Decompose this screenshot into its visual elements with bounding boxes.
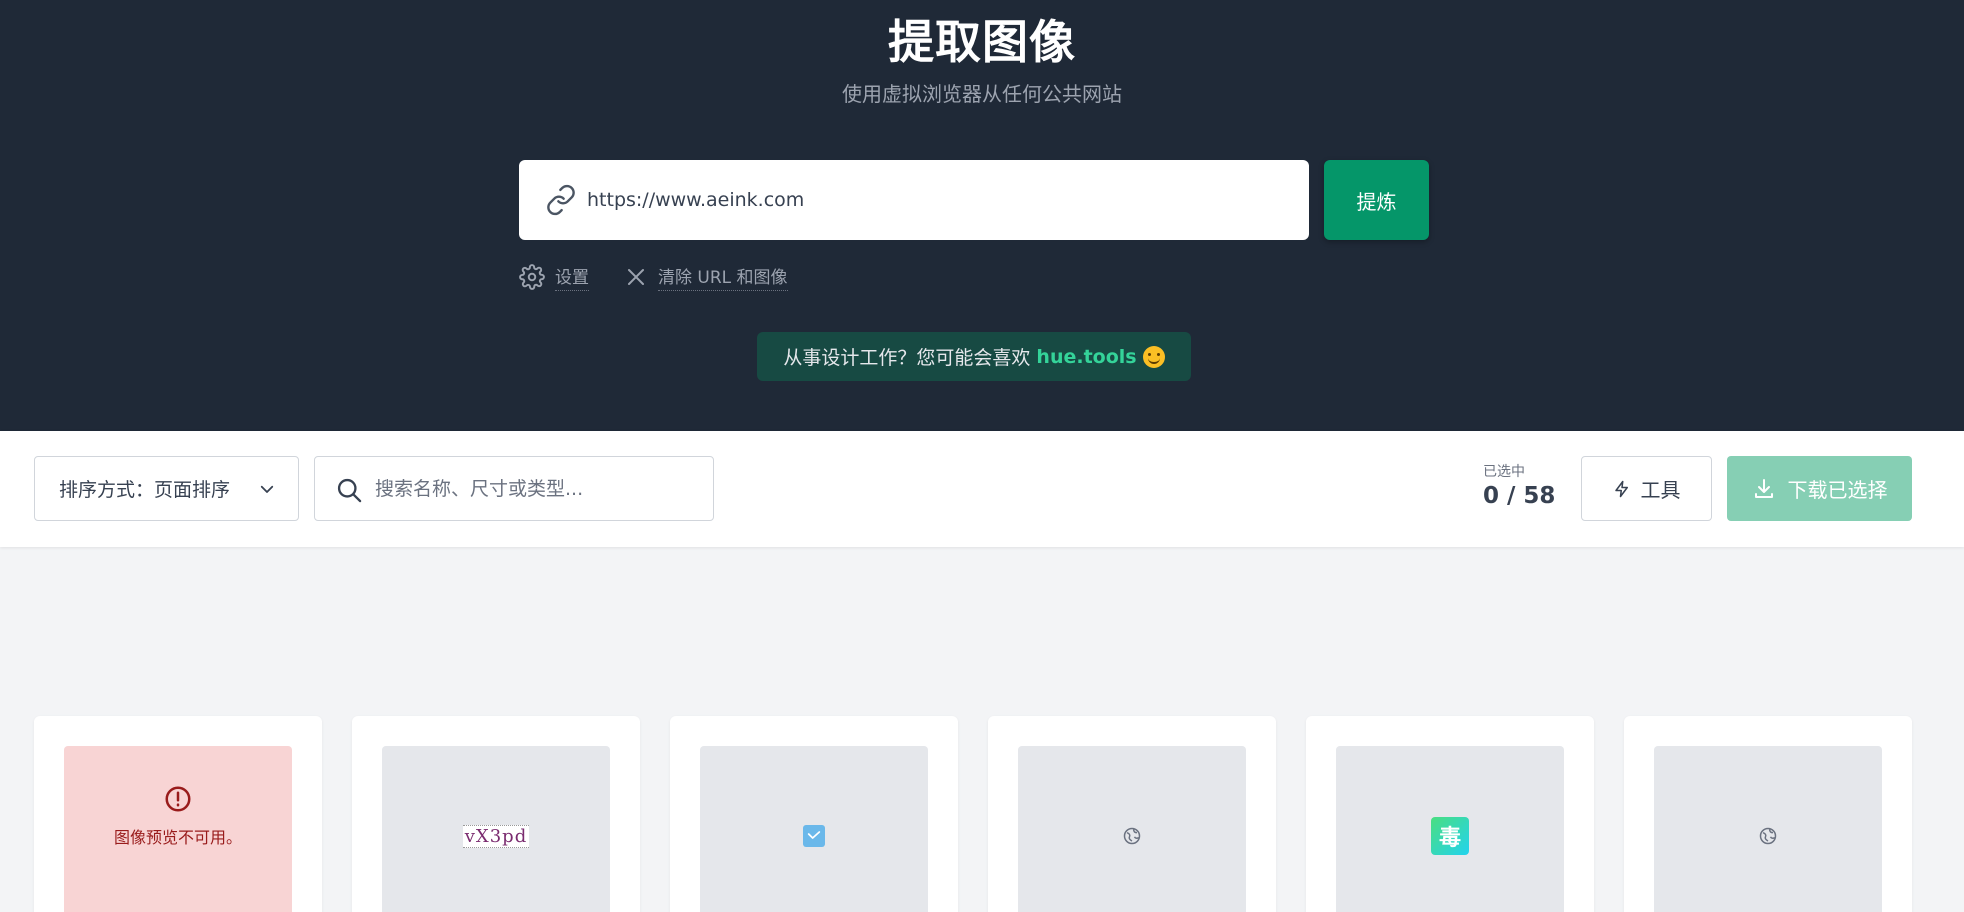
small-logo-icon: [803, 825, 825, 847]
download-selected-button[interactable]: 下载已选择: [1727, 456, 1912, 521]
url-field[interactable]: [519, 160, 1309, 240]
alert-circle-icon: [165, 786, 191, 812]
settings-label: 设置: [555, 263, 589, 291]
selected-counter: 已选中 0 / 58: [1483, 461, 1573, 509]
image-card[interactable]: vX3pd: [352, 716, 640, 912]
selected-count: 0 / 58: [1483, 483, 1556, 509]
image-card[interactable]: [988, 716, 1276, 912]
selected-label: 已选中: [1483, 464, 1525, 480]
preview-unavailable-text: 图像预览不可用。: [113, 828, 242, 847]
promo-text: 从事设计工作？您可能会喜欢: [783, 347, 1031, 369]
image-card[interactable]: 图像预览不可用。: [34, 716, 322, 912]
captcha-image: vX3pd: [462, 824, 530, 848]
clear-label: 清除 URL 和图像: [658, 263, 788, 291]
globe-icon: [1123, 827, 1141, 845]
image-thumb: [700, 746, 928, 912]
chevron-down-icon: [260, 485, 274, 493]
link-icon: [547, 184, 575, 216]
page-title: 提取图像: [888, 15, 1076, 69]
globe-icon: [1759, 827, 1777, 845]
image-thumb: [1018, 746, 1246, 912]
image-thumb: 毒: [1336, 746, 1564, 912]
tools-label: 工具: [1640, 478, 1681, 502]
image-thumb-error: 图像预览不可用。: [64, 746, 292, 912]
gear-icon: [519, 264, 545, 290]
sort-label: 排序方式：页面排序: [59, 479, 231, 501]
close-icon: [628, 269, 644, 285]
tools-button[interactable]: 工具: [1581, 456, 1712, 521]
hero-section: 提取图像 使用虚拟浏览器从任何公共网站 提炼 设置 清除 URL 和图像 从事设…: [0, 0, 1964, 431]
download-icon: [1754, 478, 1773, 498]
sort-dropdown[interactable]: 排序方式：页面排序: [34, 456, 299, 521]
url-input[interactable]: [587, 180, 1287, 220]
page-subtitle: 使用虚拟浏览器从任何公共网站: [842, 82, 1122, 106]
promo-banner: 从事设计工作？您可能会喜欢 hue.tools: [757, 332, 1191, 381]
clear-link[interactable]: 清除 URL 和图像: [624, 262, 788, 292]
search-box[interactable]: [314, 456, 714, 521]
search-icon: [337, 478, 362, 503]
app-logo-icon: 毒: [1431, 817, 1469, 855]
promo-link[interactable]: hue.tools: [1036, 346, 1136, 368]
download-label: 下载已选择: [1787, 478, 1888, 502]
image-card[interactable]: [1624, 716, 1912, 912]
image-card[interactable]: [670, 716, 958, 912]
search-input[interactable]: [375, 469, 695, 509]
image-thumb: [1654, 746, 1882, 912]
bolt-icon: [1614, 480, 1628, 497]
settings-link[interactable]: 设置: [519, 262, 589, 292]
image-thumb: vX3pd: [382, 746, 610, 912]
smile-emoji-icon: [1142, 345, 1165, 368]
image-card[interactable]: 毒: [1306, 716, 1594, 912]
extract-button[interactable]: 提炼: [1324, 160, 1429, 240]
results-toolbar: 排序方式：页面排序 已选中 0 / 58 工具 下载已选择: [0, 431, 1964, 547]
